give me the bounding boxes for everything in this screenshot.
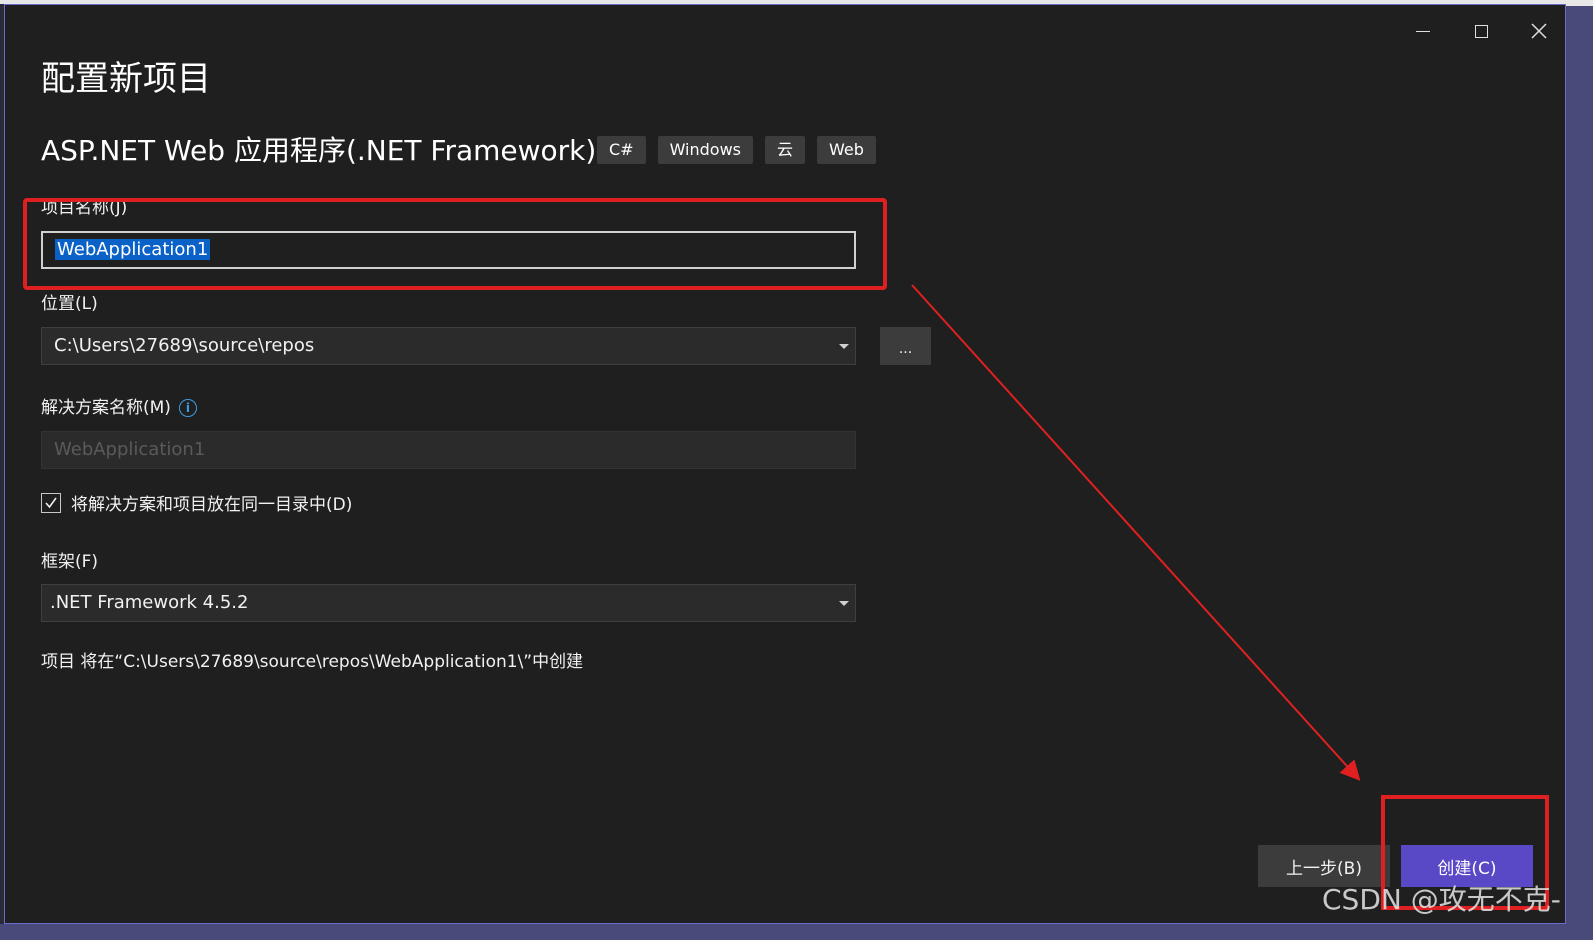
annotation-arrow <box>911 284 1361 781</box>
watermark: CSDN @攻无不克- <box>1322 883 1561 916</box>
